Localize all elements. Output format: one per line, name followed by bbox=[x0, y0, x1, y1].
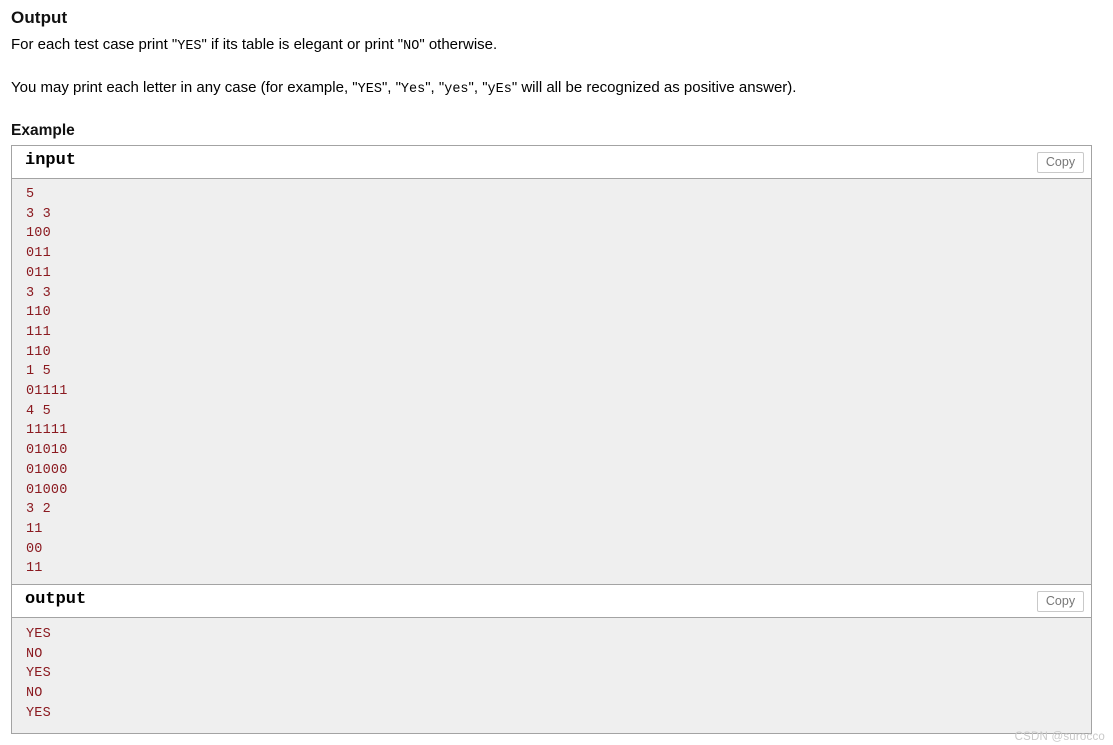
inline-code-yes: YES bbox=[177, 39, 202, 54]
input-data-body: 53 3 100 011 011 3 3 110 111 110 1 5 01111 4 5 1111… bbox=[12, 179, 1091, 585]
paragraph1-text-part2: " if its table is elegant or print " bbox=[201, 36, 404, 53]
paragraph2-text-part3: ", " bbox=[425, 79, 445, 96]
code-line: YES bbox=[26, 705, 51, 721]
code-line: 1 5 bbox=[26, 364, 51, 380]
code-line: 01111 bbox=[26, 384, 68, 400]
code-line: YES bbox=[26, 666, 51, 682]
code-line: 00 bbox=[26, 541, 43, 557]
code-line: 3 3 bbox=[26, 285, 51, 301]
example-heading: Example bbox=[11, 122, 75, 139]
input-header: input Copy bbox=[12, 146, 1091, 179]
problem-statement-page: Output For each test case print "YES" if… bbox=[0, 0, 1113, 745]
code-line: 011 bbox=[26, 246, 51, 262]
inline-code-yes-lower: yes bbox=[444, 82, 469, 97]
csdn-watermark: CSDN @surocco bbox=[1014, 731, 1105, 743]
paragraph2-text-part4: ", " bbox=[468, 79, 488, 96]
code-line: NO bbox=[26, 646, 43, 662]
paragraph1-text-part1: For each test case print " bbox=[11, 36, 178, 53]
paragraph2-text-part1: You may print each letter in any case (f… bbox=[11, 79, 358, 96]
output-header: output Copy bbox=[12, 585, 1091, 619]
code-line: 11111 bbox=[26, 423, 68, 439]
paragraph2-text-part2: ", " bbox=[381, 79, 401, 96]
output-label: output bbox=[25, 590, 87, 610]
page-title: Output bbox=[11, 8, 68, 27]
code-line: 11 bbox=[26, 521, 43, 537]
code-line: 01000 bbox=[26, 482, 68, 498]
copy-output-button[interactable]: Copy bbox=[1037, 591, 1084, 613]
sample-test-output: output Copy YES NO YES NO YES bbox=[12, 585, 1091, 734]
sample-tests-container: input Copy 5 3 3 100 011 011 3 3 110 111 110 1 5 0… bbox=[11, 145, 1092, 734]
input-label: input bbox=[25, 151, 77, 170]
code-line: 100 bbox=[26, 226, 51, 242]
paragraph1-text-part3: " otherwise. bbox=[419, 36, 498, 53]
code-line: 11 bbox=[26, 561, 43, 577]
sample-test-input: input Copy 5 3 3 100 011 011 3 3 110 111 110 1 5 0… bbox=[12, 146, 1091, 586]
paragraph2-text-part5: " will all be recognized as positive ans… bbox=[511, 79, 797, 96]
output-data-body: YES NO YES NO YES bbox=[12, 618, 1091, 733]
code-line: NO bbox=[26, 686, 43, 702]
inline-code-no: NO bbox=[403, 39, 420, 54]
code-line: YES bbox=[26, 627, 51, 643]
copy-input-button[interactable]: Copy bbox=[1037, 152, 1084, 173]
inline-code-yes-upper: YES bbox=[357, 82, 382, 97]
code-line: 3 2 bbox=[26, 502, 51, 518]
code-line: 01010 bbox=[26, 443, 68, 459]
code-line: 5 bbox=[26, 187, 35, 202]
inline-code-yes-mixed: yEs bbox=[487, 82, 512, 97]
code-line: 111 bbox=[26, 324, 51, 340]
code-line: 011 bbox=[26, 265, 51, 281]
code-line: 110 bbox=[26, 305, 51, 321]
code-line: 01000 bbox=[26, 462, 68, 478]
case-insensitivity-paragraph: You may print each letter in any case (f… bbox=[0, 56, 1113, 99]
output-description-paragraph: For each test case print "YES" if its ta… bbox=[0, 32, 1113, 56]
inline-code-yes-title: Yes bbox=[400, 82, 426, 97]
code-line: 3 3 bbox=[26, 206, 51, 222]
code-line: 110 bbox=[26, 344, 51, 360]
code-line: 4 5 bbox=[26, 403, 51, 419]
